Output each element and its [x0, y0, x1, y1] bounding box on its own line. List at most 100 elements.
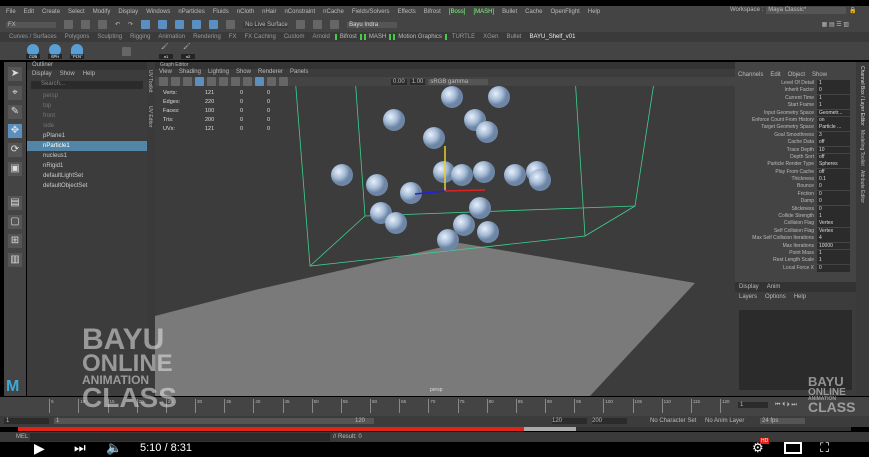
menu-effects[interactable]: Effects: [398, 9, 416, 15]
channel-attribute[interactable]: Cache Data off: [735, 139, 850, 147]
menu-boss[interactable]: [Boss]: [449, 9, 466, 15]
outliner-item[interactable]: defaultObjectSet: [27, 181, 147, 191]
xray-icon[interactable]: [267, 77, 276, 86]
channel-attribute[interactable]: Collision Flag Vertex: [735, 220, 850, 228]
particle-sphere[interactable]: [477, 221, 499, 243]
menu-help[interactable]: Help: [588, 9, 600, 15]
attribute-value[interactable]: Geometr...: [817, 109, 850, 117]
start-frame-field[interactable]: 1: [4, 418, 49, 424]
particle-sphere[interactable]: [331, 164, 353, 186]
channel-attribute[interactable]: Damp 0: [735, 198, 850, 206]
outliner-item[interactable]: nParticle1: [27, 141, 147, 151]
current-frame-field[interactable]: 1: [738, 402, 768, 408]
attribute-value[interactable]: off: [817, 139, 850, 147]
particle-sphere[interactable]: [383, 109, 405, 131]
channel-attribute[interactable]: Particle Render Type Spheres: [735, 161, 850, 169]
end-frame-field[interactable]: 120: [552, 418, 587, 424]
menu-fluids[interactable]: Fluids: [213, 9, 229, 15]
attribute-value[interactable]: 4: [817, 235, 850, 243]
channel-attribute[interactable]: Collide Strength 1: [735, 213, 850, 220]
open-scene-icon[interactable]: [81, 20, 90, 29]
channel-attribute[interactable]: Thickness 0.1: [735, 176, 850, 183]
outliner-item[interactable]: defaultLightSet: [27, 171, 147, 181]
attribute-value[interactable]: 0: [817, 183, 850, 191]
menu-ncloth[interactable]: nCloth: [237, 9, 254, 15]
channel-menu-channels[interactable]: Channels: [738, 72, 763, 78]
attribute-value[interactable]: 0: [817, 190, 850, 198]
attribute-value[interactable]: Spheres: [817, 161, 850, 169]
particle-sphere[interactable]: [473, 161, 495, 183]
channel-attribute[interactable]: Start Frame 1: [735, 102, 850, 110]
attribute-value[interactable]: 10000: [817, 242, 850, 250]
viewport-menu-show[interactable]: Show: [236, 69, 251, 77]
shelf-tab[interactable]: Rendering: [190, 34, 224, 40]
channel-attribute[interactable]: Stickiness 0: [735, 205, 850, 213]
modeling-toolkit-tab[interactable]: Modeling Toolkit: [859, 130, 865, 166]
select-component-icon[interactable]: [175, 20, 185, 29]
attribute-value[interactable]: 0: [817, 264, 850, 272]
attribute-value[interactable]: 0: [817, 205, 850, 213]
shelf-tab[interactable]: FX Caching: [241, 34, 278, 40]
snap-curve-icon[interactable]: [209, 20, 219, 29]
attribute-value[interactable]: 1: [817, 102, 850, 110]
shelf-button-cube[interactable]: CUB: [26, 44, 40, 59]
menu-nconstraint[interactable]: nConstraint: [284, 9, 315, 15]
channel-attribute[interactable]: Max Iterations 10000: [735, 242, 850, 250]
range-bar[interactable]: 1: [54, 418, 374, 424]
channel-menu-show[interactable]: Show: [812, 72, 827, 78]
channel-menu-object[interactable]: Object: [788, 72, 805, 78]
shelf-tab[interactable]: Bifrost: [334, 34, 362, 40]
shelf-tab[interactable]: Polygons: [62, 34, 93, 40]
shelf-tab[interactable]: Custom: [281, 34, 308, 40]
shelf-tab[interactable]: Sculpting: [94, 34, 125, 40]
channel-attribute[interactable]: Rest Length Scale 1: [735, 257, 850, 265]
layer-menu-options[interactable]: Options: [765, 294, 786, 300]
layer-menu-layers[interactable]: Layers: [739, 294, 757, 300]
attribute-value[interactable]: 1: [817, 94, 850, 102]
textured-icon[interactable]: [219, 77, 228, 86]
channel-attribute[interactable]: Self Collision Flag Vertex: [735, 227, 850, 235]
playback-controls-icon[interactable]: ⏮ ⏴ ⏵ ⏭: [775, 402, 797, 409]
menu-edit[interactable]: Edit: [24, 9, 34, 15]
next-icon[interactable]: ⏭: [74, 440, 86, 456]
panel-toggles-icon[interactable]: ▦ ▤ ☰ ▥: [822, 21, 849, 28]
menu-set-select[interactable]: FX: [6, 21, 56, 28]
live-surface-field[interactable]: No Live Surface: [243, 21, 289, 28]
outliner-menu-show[interactable]: Show: [60, 71, 75, 78]
select-tool-icon[interactable]: ➤: [8, 67, 22, 81]
move-tool-icon[interactable]: ✥: [8, 124, 22, 138]
quick-layout-icon[interactable]: ▤: [8, 196, 22, 210]
menu-bifrost[interactable]: Bifrost: [424, 9, 441, 15]
smooth-shade-icon[interactable]: [207, 77, 216, 86]
shelf-button-n2[interactable]: 🖌 n2: [181, 44, 195, 59]
layout-single-icon[interactable]: ▢: [8, 215, 22, 229]
attribute-editor-tab[interactable]: Attribute Editor: [859, 170, 865, 203]
menu-modify[interactable]: Modify: [93, 9, 111, 15]
viewport-menu-view[interactable]: View: [159, 69, 172, 77]
channel-attribute[interactable]: Max Self Collision Iterations 4: [735, 235, 850, 243]
layer-tab-anim[interactable]: Anim: [767, 284, 781, 290]
hud-icon[interactable]: [279, 77, 288, 86]
particle-sphere[interactable]: [529, 169, 551, 191]
menu-file[interactable]: File: [6, 9, 16, 15]
shelf-button-n1[interactable]: 🖌 n1: [159, 44, 173, 59]
layout-outliner-icon[interactable]: ▥: [8, 253, 22, 267]
shelf-tab[interactable]: Motion Graphics: [393, 34, 447, 40]
channel-attribute[interactable]: Local Force X0: [735, 264, 850, 272]
rotate-tool-icon[interactable]: ⟳: [8, 143, 22, 157]
particle-sphere[interactable]: [366, 174, 388, 196]
redo-icon[interactable]: ↷: [128, 21, 133, 28]
particle-sphere[interactable]: [453, 214, 475, 236]
menu-nparticles[interactable]: nParticles: [178, 9, 204, 15]
lights-icon[interactable]: [231, 77, 240, 86]
menu-windows[interactable]: Windows: [146, 9, 170, 15]
attribute-value[interactable]: off: [817, 153, 850, 161]
menu-mash[interactable]: [MASH]: [473, 9, 494, 15]
fps-select[interactable]: 24 fps: [760, 418, 805, 424]
uv-toolkit-tab[interactable]: UV Toolkit: [147, 70, 153, 92]
attribute-value[interactable]: Particle ...: [817, 124, 850, 132]
attribute-value[interactable]: 10: [817, 146, 850, 154]
attribute-value[interactable]: 1: [817, 249, 850, 257]
particle-sphere[interactable]: [476, 121, 498, 143]
particle-sphere[interactable]: [385, 212, 407, 234]
